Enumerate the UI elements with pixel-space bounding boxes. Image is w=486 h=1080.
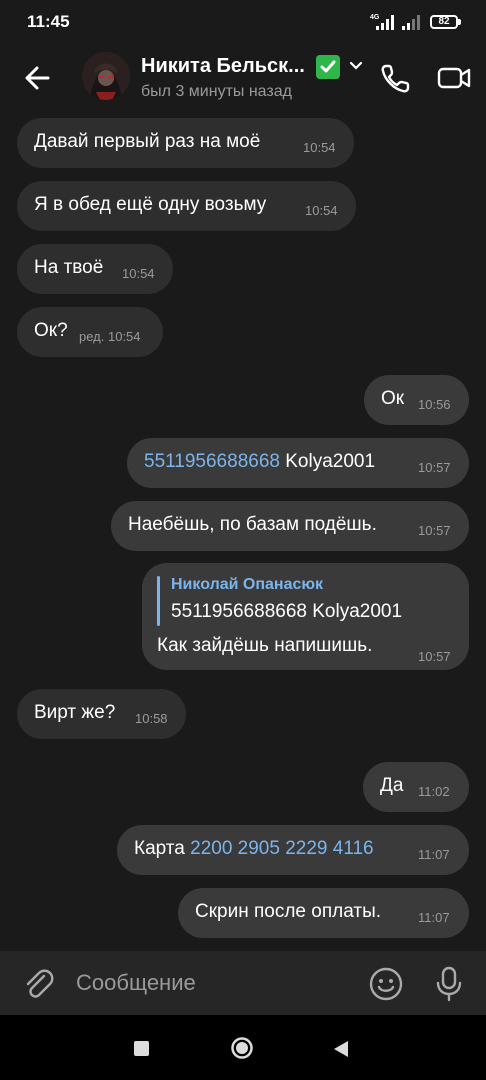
message-bubble-incoming[interactable]: Я в обед ещё одну возьму 10:54 [17,181,356,231]
message-bubble-incoming[interactable]: На твоё 10:54 [17,244,173,294]
paperclip-icon[interactable] [20,965,56,1001]
message-time: ред. 10:54 [79,329,141,344]
message-time: 10:57 [418,460,451,475]
message-time: 11:02 [418,784,450,799]
back-triangle-icon[interactable] [332,1039,350,1059]
avatar[interactable] [82,52,130,100]
home-button-icon[interactable] [230,1036,254,1060]
system-navigation-bar [0,1015,486,1080]
phone-link[interactable]: 5511956688668 [144,451,280,472]
message-bubble-outgoing[interactable]: Да 11:02 [363,762,469,812]
message-time: 11:07 [418,847,450,862]
message-time: 10:54 [305,203,338,218]
message-composer [0,951,486,1015]
message-text: Карта 2200 2905 2229 4116 [134,838,374,860]
message-text: Ок? [34,320,68,341]
status-bar: 11:45 4G 82 [0,0,486,46]
message-time: 10:57 [418,523,451,538]
avatar-image-icon [82,52,130,100]
reply-quote-bar [157,576,160,626]
battery-icon: 82 [430,15,458,29]
message-text: На твоё [34,257,104,278]
last-seen-status: был 3 минуты назад [141,83,292,100]
reply-quoted-text[interactable]: 5511956688668 Kolya2001 [171,601,402,623]
message-bubble-outgoing[interactable]: Наебёшь, по базам подёшь. 10:57 [111,501,469,551]
message-text: Ок [381,388,405,409]
message-text: Давай первый раз на моё [34,131,261,152]
message-text-rest: Kolya2001 [285,451,376,472]
chat-header: Никита Бельск... был 3 минуты назад [0,46,486,110]
message-text: Да [380,775,404,796]
message-text: Я в обед ещё одну возьму [34,194,267,215]
message-text: 5511956688668 Kolya2001 [144,451,375,473]
message-time: 10:57 [418,649,451,664]
card-number-link[interactable]: 2200 2905 2229 4116 [190,838,374,859]
video-camera-icon[interactable] [434,58,474,98]
message-text-prefix: Карта [134,838,185,859]
message-time: 10:58 [135,711,168,726]
battery-level: 82 [438,16,450,27]
status-time: 11:45 [27,12,70,31]
cellular-signal-2-icon [402,15,420,30]
check-mark-icon [316,55,340,79]
message-bubble-incoming[interactable]: Ок? ред. 10:54 [17,307,163,357]
emoji-icon[interactable] [367,965,405,1003]
message-bubble-incoming[interactable]: Вирт же? 10:58 [17,689,186,739]
message-time: 10:54 [303,140,336,155]
message-bubble-outgoing-reply[interactable]: Николай Опанасюк 5511956688668 Kolya2001… [142,563,469,670]
message-text: Скрин после оплаты. [195,901,382,922]
message-bubble-outgoing[interactable]: Скрин после оплаты. 11:07 [178,888,469,938]
reply-author[interactable]: Николай Опанасюк [171,576,323,594]
microphone-icon[interactable] [430,963,468,1003]
phone-icon[interactable] [376,58,416,98]
message-bubble-outgoing[interactable]: 5511956688668 Kolya2001 10:57 [127,438,469,488]
cellular-signal-icon [376,15,394,30]
message-text: Наебёшь, по базам подёшь. [128,514,377,535]
message-bubble-outgoing[interactable]: Карта 2200 2905 2229 4116 11:07 [117,825,469,875]
message-text: Как зайдёшь напишишь. [157,635,373,656]
contact-name[interactable]: Никита Бельск... [141,55,305,78]
message-text: Вирт же? [34,702,116,723]
message-bubble-incoming[interactable]: Давай первый раз на моё 10:54 [17,118,354,168]
message-time: 11:07 [418,910,450,925]
message-bubble-outgoing[interactable]: Ок 10:56 [364,375,469,425]
recent-apps-button[interactable] [134,1041,149,1056]
back-arrow-icon[interactable] [18,58,58,98]
chevron-down-icon[interactable] [348,60,364,72]
message-input[interactable] [76,965,356,1001]
message-time: 10:56 [418,397,451,412]
battery-tip [458,19,461,25]
message-time: 10:54 [122,266,155,281]
